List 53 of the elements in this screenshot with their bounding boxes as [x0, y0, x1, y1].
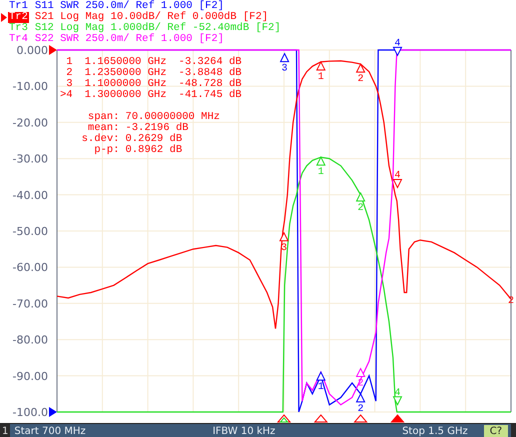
trace-name[interactable]: Tr1 [8, 1, 29, 12]
statistic-label: span: [86, 112, 120, 123]
statistic-label: s.dev: [80, 134, 120, 145]
axis-label: -90.00 [12, 370, 48, 383]
axis-label: -70.00 [12, 297, 48, 310]
marker-label: 3 [281, 242, 287, 254]
stop-frequency: Stop 1.5 GHz [402, 426, 468, 437]
marker-frequency: 1.1650000 GHz [84, 57, 167, 68]
trace-settings: S21 Log Mag 10.00dB/ Ref 0.000dB [F2] [34, 12, 268, 23]
marker-label: 1 [318, 382, 324, 394]
marker-number: 1 [65, 57, 73, 68]
marker-value: -41.745 dB [178, 90, 242, 101]
marker-label: 1 [318, 72, 324, 83]
statistic-value: 70.00000000 MHz [125, 112, 221, 123]
axis-label: -20.00 [12, 116, 48, 130]
marker-frequency: 1.2350000 GHz [84, 68, 167, 79]
axis-label: -10.00 [12, 80, 48, 94]
marker-value: -48.728 dB [178, 79, 242, 90]
axis-label: 0.000 [16, 44, 48, 57]
statistic-label: mean: [88, 123, 120, 134]
marker-label: 2 [358, 404, 364, 415]
calibration-status[interactable]: C? [484, 425, 508, 437]
axis-label: -50.00 [12, 225, 48, 238]
axis-label: -40.00 [12, 188, 48, 202]
statistic-value: 0.2629 dB [125, 134, 184, 145]
axis-label: -30.00 [12, 152, 48, 166]
marker-frequency: 1.1000000 GHz [84, 79, 167, 90]
marker-label: 4 [394, 170, 400, 182]
axis-label: -60.00 [12, 261, 48, 274]
marker-value: -3.3264 dB [178, 57, 242, 68]
statistic-value: -3.2196 dB [125, 123, 190, 134]
marker-label: 1 [318, 167, 324, 178]
axis-label: -80.00 [12, 334, 48, 347]
start-frequency: Start 700 MHz [14, 426, 86, 437]
axis-label: -100.0 [12, 406, 48, 419]
trace-settings: S12 Log Mag 1.000dB/ Ref -52.40mdB [F2] [34, 23, 281, 34]
marker-number: 2 [65, 68, 73, 79]
marker-value: -3.8848 dB [178, 68, 242, 79]
statistic-value: 0.8962 dB [125, 145, 184, 156]
marker-number: >4 [60, 90, 73, 101]
marker-number: 3 [65, 79, 73, 90]
trace-settings: S11 SWR 250.0m/ Ref 1.000 [F2] [34, 1, 224, 12]
statistic-label: p-p: [93, 145, 120, 156]
marker-frequency: 1.3000000 GHz [84, 90, 167, 101]
reference-marker-icon [49, 407, 57, 417]
if-bandwidth: IFBW 10 kHz [212, 426, 276, 437]
marker-label: 4 [394, 38, 400, 50]
marker-label: 2 [358, 74, 364, 86]
reference-marker-icon [49, 45, 57, 55]
trace-settings: S22 SWR 250.0m/ Ref 1.000 [F2] [34, 34, 224, 45]
marker-label: 3 [282, 64, 288, 75]
marker-label: 2 [358, 203, 364, 214]
channel-indicator[interactable]: 1 [0, 424, 10, 437]
